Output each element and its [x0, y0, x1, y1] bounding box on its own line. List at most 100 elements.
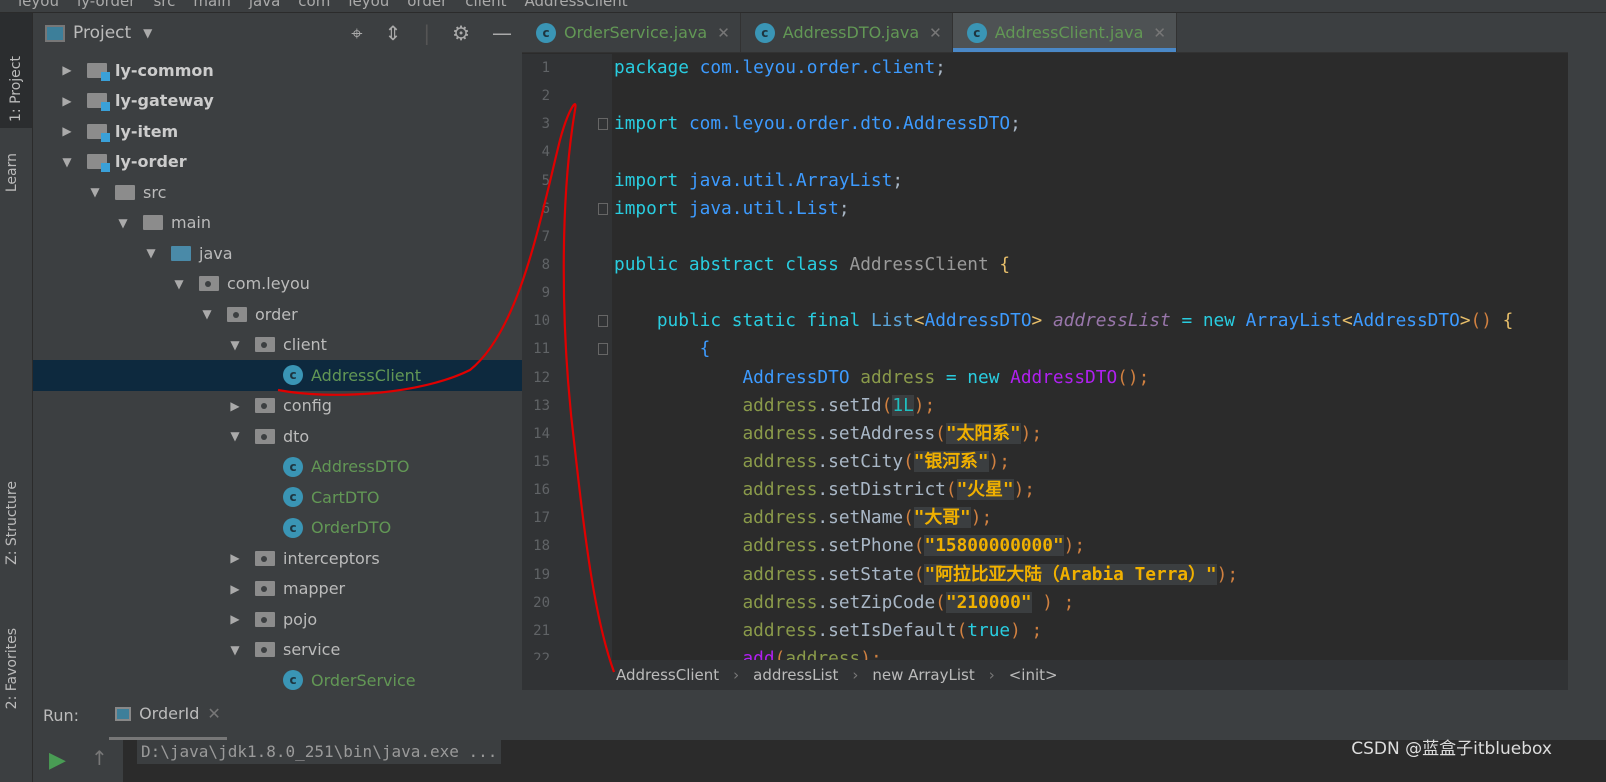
- class-icon: c: [283, 365, 303, 386]
- tree-item-label: AddressDTO: [311, 457, 410, 477]
- tree-item[interactable]: c OrderDTO: [33, 513, 522, 544]
- project-tool-tab[interactable]: 1: Project: [0, 13, 32, 128]
- tree-item[interactable]: ▼ client: [33, 330, 522, 361]
- code-token: ): [988, 450, 1000, 472]
- chevron-right-icon[interactable]: ▶: [227, 582, 243, 596]
- chevron-right-icon[interactable]: ▶: [227, 551, 243, 565]
- close-icon[interactable]: ✕: [207, 704, 220, 723]
- chevron-down-icon[interactable]: ▼: [143, 26, 152, 40]
- code-token: ;: [1074, 535, 1086, 557]
- code-token: <: [913, 310, 925, 332]
- chevron-down-icon[interactable]: ▼: [227, 338, 243, 352]
- close-icon[interactable]: ✕: [717, 24, 730, 42]
- chevron-down-icon[interactable]: ▼: [115, 216, 131, 230]
- code-line: 16 address.setDistrict("火星");: [522, 476, 1568, 504]
- chevron-right-icon[interactable]: ▶: [59, 124, 75, 138]
- tree-item[interactable]: ▼ dto: [33, 421, 522, 452]
- navigation-breadcrumb: leyou ly-order src main java com leyou order cli…: [0, 0, 1606, 13]
- locate-icon[interactable]: ⌖: [351, 21, 362, 45]
- editor-breadcrumb-item[interactable]: addressList: [753, 666, 838, 684]
- minimize-icon[interactable]: —: [492, 21, 512, 45]
- close-icon[interactable]: ✕: [1153, 24, 1166, 42]
- tree-item[interactable]: ▶ config: [33, 391, 522, 422]
- chevron-down-icon[interactable]: ▼: [59, 155, 75, 169]
- arrow-up-icon[interactable]: ↑: [91, 746, 108, 770]
- breadcrumb-item[interactable]: leyou: [18, 0, 59, 10]
- code-token: address: [742, 479, 818, 501]
- code-token: ;: [1024, 479, 1036, 501]
- breadcrumb-item[interactable]: order: [407, 0, 447, 10]
- gear-icon[interactable]: ⚙: [452, 21, 470, 45]
- tree-item[interactable]: ▶ ly-common: [33, 55, 522, 86]
- run-tab-orderid[interactable]: OrderId ✕: [109, 690, 227, 740]
- editor-breadcrumb-item[interactable]: new ArrayList: [872, 666, 974, 684]
- code-area[interactable]: 1 package com.leyou.order.client; 2 3 import…: [522, 54, 1568, 673]
- fold-icon[interactable]: [598, 315, 608, 328]
- tree-item[interactable]: ▼ main: [33, 208, 522, 239]
- chevron-right-icon[interactable]: ▶: [227, 399, 243, 413]
- editor-tab[interactable]: c OrderService.java ✕: [522, 13, 741, 52]
- tree-item-label: config: [283, 396, 332, 416]
- tree-item[interactable]: ▼ com.leyou: [33, 269, 522, 300]
- chevron-right-icon[interactable]: ▶: [227, 612, 243, 626]
- code-token: .setPhone: [817, 535, 914, 557]
- breadcrumb-item[interactable]: main: [193, 0, 230, 10]
- tree-item-label: com.leyou: [227, 274, 310, 294]
- tree-item[interactable]: ▼ order: [33, 299, 522, 330]
- tree-item[interactable]: ▶ mapper: [33, 574, 522, 605]
- project-tree: ▶ ly-common ▶ ly-gateway ▶ ly-item ▼ ly-order ▼ s…: [33, 55, 522, 696]
- breadcrumb-item[interactable]: AddressClient: [525, 0, 628, 10]
- tree-item[interactable]: ▼ service: [33, 635, 522, 666]
- tree-item-label: mapper: [283, 579, 346, 599]
- code-line: 2: [522, 82, 1568, 110]
- fold-icon[interactable]: [598, 202, 608, 215]
- code-token: ): [1063, 535, 1075, 557]
- console-command: D:\java\jdk1.8.0_251\bin\java.exe ...: [137, 740, 502, 764]
- chevron-down-icon[interactable]: ▼: [143, 246, 159, 260]
- code-token: "15800000000": [924, 535, 1064, 557]
- close-icon[interactable]: ✕: [929, 24, 942, 42]
- editor-breadcrumb-item[interactable]: <init>: [1009, 666, 1058, 684]
- chevron-right-icon[interactable]: ▶: [59, 63, 75, 77]
- chevron-down-icon[interactable]: ▼: [87, 185, 103, 199]
- tree-item[interactable]: ▶ interceptors: [33, 543, 522, 574]
- tree-item[interactable]: c CartDTO: [33, 482, 522, 513]
- editor-tab[interactable]: c AddressClient.java ✕: [952, 13, 1177, 52]
- tree-item[interactable]: ▶ ly-gateway: [33, 86, 522, 117]
- editor-tab[interactable]: c AddressDTO.java ✕: [741, 13, 953, 52]
- tree-item[interactable]: c AddressClient: [33, 360, 522, 391]
- chevron-down-icon[interactable]: ▼: [199, 307, 215, 321]
- breadcrumb-item[interactable]: ly-order: [77, 0, 135, 10]
- tree-item[interactable]: ▼ java: [33, 238, 522, 269]
- breadcrumb-item[interactable]: com: [298, 0, 330, 10]
- code-editor: c OrderService.java ✕ c AddressDTO.java ✕ c Add…: [522, 13, 1568, 690]
- code-line: 4: [522, 138, 1568, 166]
- fold-icon[interactable]: [598, 343, 608, 356]
- tree-item[interactable]: ▼ ly-order: [33, 147, 522, 178]
- line-number: 2: [541, 88, 550, 105]
- structure-tool-tab[interactable]: Z: Structure: [4, 481, 20, 565]
- collapse-icon[interactable]: ⇕: [385, 21, 402, 45]
- breadcrumb-item[interactable]: leyou: [348, 0, 389, 10]
- tree-item[interactable]: ▶ ly-item: [33, 116, 522, 147]
- play-icon[interactable]: ▶: [49, 748, 66, 773]
- chevron-down-icon[interactable]: ▼: [171, 277, 187, 291]
- tree-item[interactable]: ▶ pojo: [33, 604, 522, 635]
- project-icon: [45, 24, 65, 42]
- code-token: ) ;: [1031, 591, 1075, 613]
- fold-icon[interactable]: [598, 118, 608, 131]
- learn-tool-tab[interactable]: Learn: [4, 153, 20, 192]
- breadcrumb-item[interactable]: java: [249, 0, 280, 10]
- breadcrumb-item[interactable]: client: [465, 0, 506, 10]
- chevron-right-icon[interactable]: ▶: [59, 94, 75, 108]
- editor-breadcrumb-item[interactable]: AddressClient: [616, 666, 719, 684]
- chevron-down-icon[interactable]: ▼: [227, 429, 243, 443]
- tree-item[interactable]: ▼ src: [33, 177, 522, 208]
- tree-item[interactable]: c AddressDTO: [33, 452, 522, 483]
- favorites-tool-tab[interactable]: 2: Favorites: [4, 628, 20, 709]
- breadcrumb-item[interactable]: src: [153, 0, 175, 10]
- chevron-down-icon[interactable]: ▼: [227, 643, 243, 657]
